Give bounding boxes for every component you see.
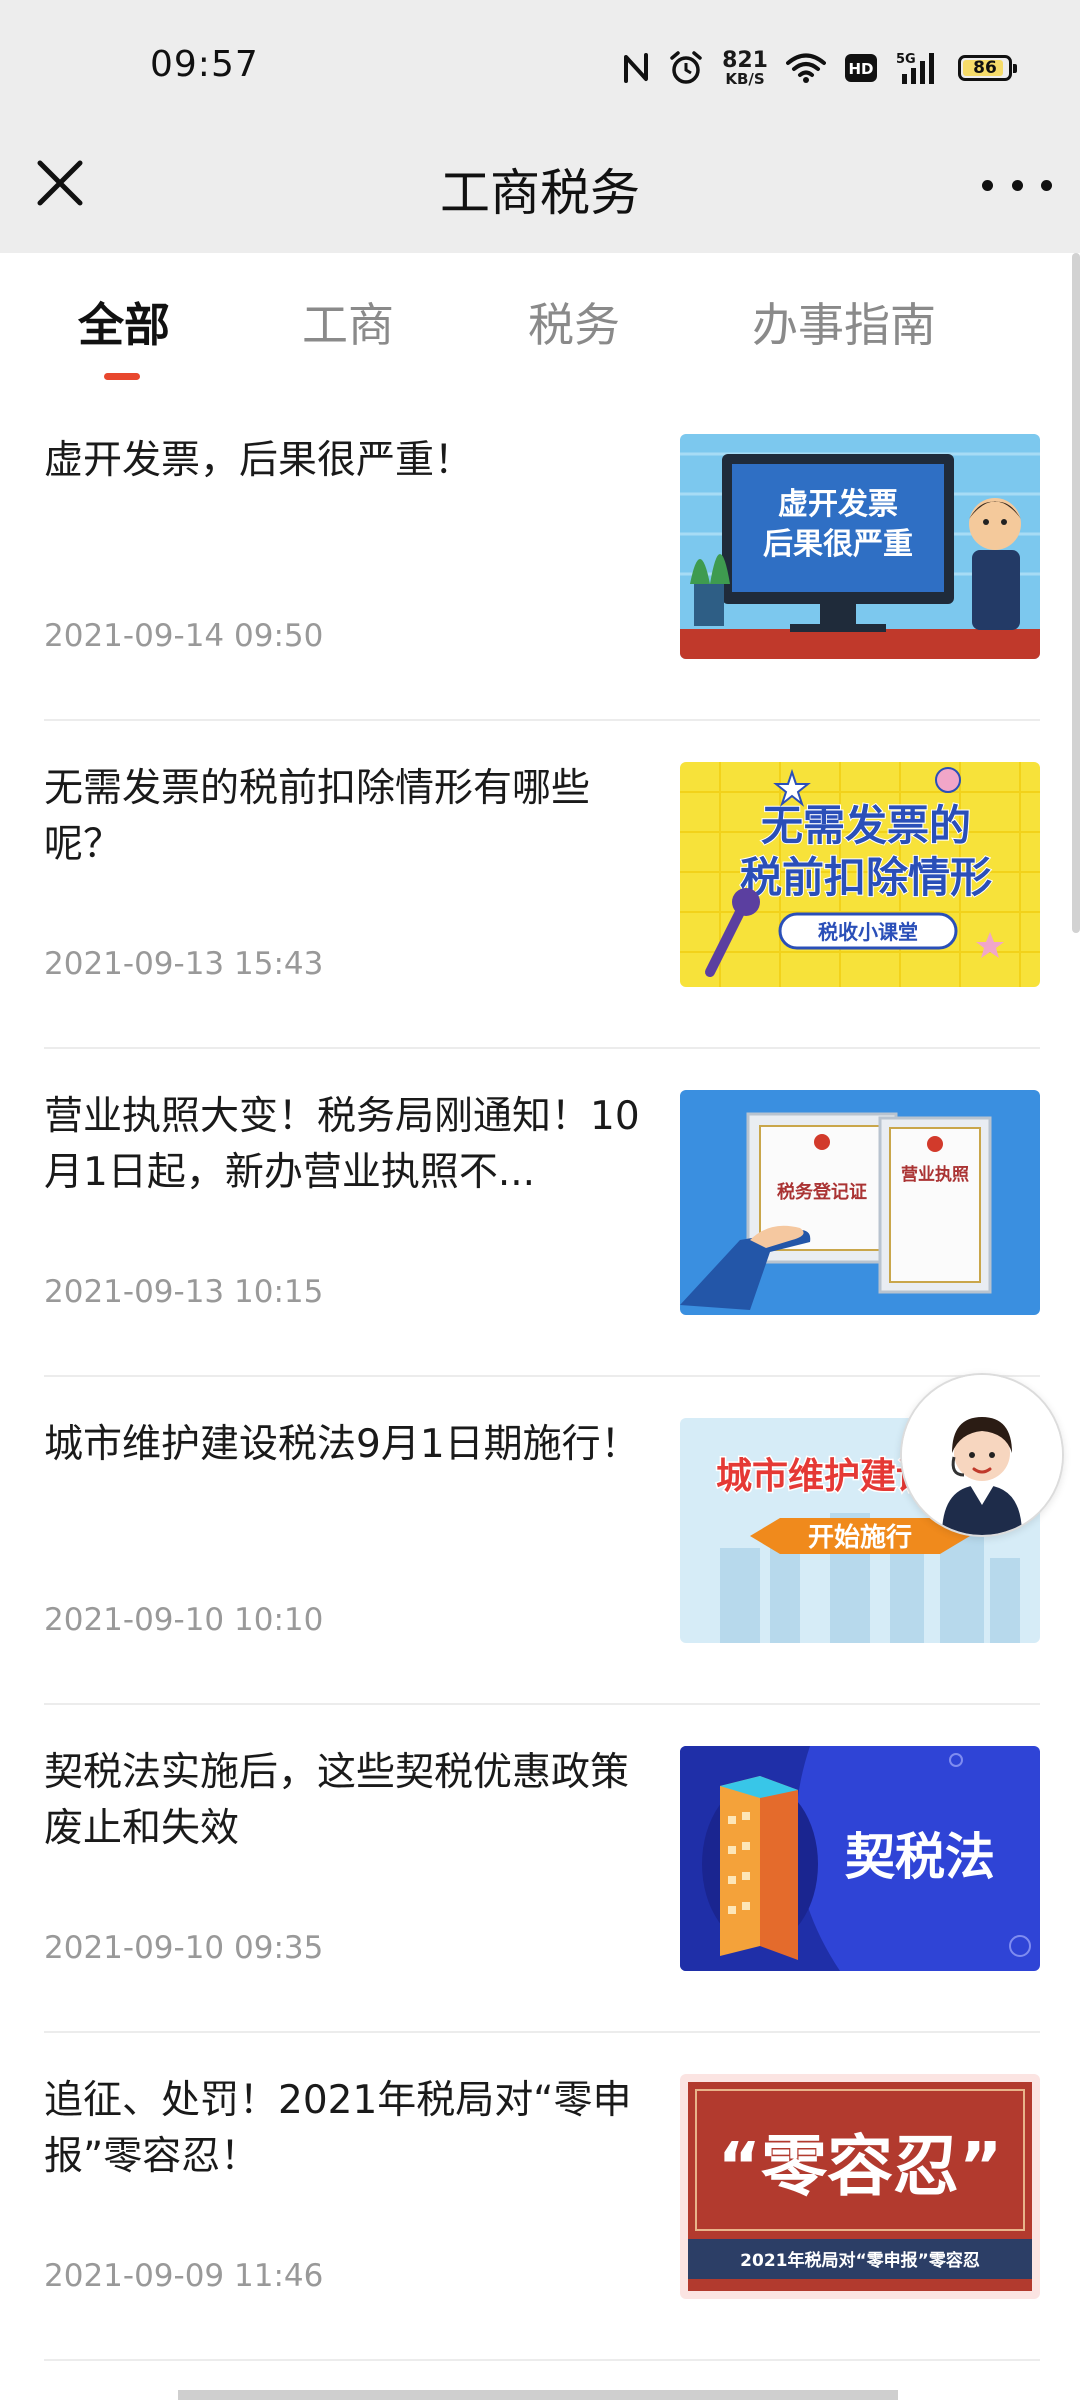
tab-business[interactable]: 工商 bbox=[302, 289, 394, 355]
more-icon-dot bbox=[1041, 179, 1052, 191]
article-thumbnail: 无需发票的 税前扣除情形 税收小课堂 bbox=[680, 762, 1040, 987]
hd-icon: HD bbox=[844, 53, 878, 83]
article-date: 2021-09-09 11:46 bbox=[44, 2258, 324, 2294]
thumb-line: 无需发票的 bbox=[761, 801, 971, 850]
net-speed-value: 821 bbox=[722, 47, 768, 73]
thumb-line: 税收小课堂 bbox=[818, 920, 918, 944]
tab-all[interactable]: 全部 bbox=[78, 289, 170, 355]
thumb-line: 营业执照 bbox=[901, 1164, 969, 1185]
article-thumbnail: 契税法 bbox=[680, 1746, 1040, 1971]
more-icon-dot bbox=[982, 179, 993, 191]
article-item[interactable]: 无需发票的税前扣除情形有哪些呢？ 2021-09-13 15:43 无需发票的 … bbox=[44, 721, 1040, 1049]
article-thumbnail: 虚开发票 后果很严重 bbox=[680, 434, 1040, 659]
nfc-icon bbox=[622, 51, 650, 85]
tab-guide[interactable]: 办事指南 bbox=[752, 289, 936, 355]
more-button[interactable] bbox=[982, 165, 1052, 205]
article-date: 2021-09-10 09:35 bbox=[44, 1930, 324, 1966]
customer-service-avatar-button[interactable] bbox=[900, 1373, 1064, 1537]
wifi-icon bbox=[786, 52, 826, 84]
assistant-avatar-icon bbox=[902, 1375, 1062, 1535]
thumb-line: 税务登记证 bbox=[777, 1181, 867, 1203]
article-title: 虚开发票，后果很严重！ bbox=[44, 438, 474, 483]
active-tab-indicator bbox=[104, 373, 140, 380]
thumb-line: “零容忍” bbox=[718, 2128, 1003, 2205]
thumb-line: 开始施行 bbox=[808, 1522, 912, 1553]
alarm-icon bbox=[668, 50, 704, 86]
article-title: 追征、处罚！2021年税局对“零申报”零容忍！ bbox=[44, 2078, 632, 2179]
thumb-line: 后果很严重 bbox=[763, 527, 913, 562]
battery-level: 86 bbox=[973, 58, 997, 78]
hd-label: HD bbox=[848, 60, 873, 78]
article-thumbnail: “零容忍” 2021年税局对“零申报”零容忍 bbox=[680, 2074, 1040, 2299]
scrollbar[interactable] bbox=[1072, 253, 1080, 933]
thumb-line: 虚开发票 bbox=[778, 487, 898, 522]
more-icon-dot bbox=[1011, 179, 1023, 191]
thumb-line: 契税法 bbox=[845, 1828, 995, 1886]
article-date: 2021-09-14 09:50 bbox=[44, 618, 324, 654]
battery-icon: 86 bbox=[958, 55, 1017, 81]
signal-label: 5G bbox=[896, 52, 916, 67]
category-tabs: 全部 工商 税务 办事指南 bbox=[0, 253, 1080, 393]
article-date: 2021-09-10 10:10 bbox=[44, 1602, 324, 1638]
status-bar: 09:57 821 KB/S HD 5G 86 bbox=[0, 0, 1080, 135]
article-item[interactable]: 营业执照大变！税务局刚通知！10月1日起，新办营业执照不... 2021-09-… bbox=[44, 1049, 1040, 1377]
article-title: 无需发票的税前扣除情形有哪些呢？ bbox=[44, 766, 591, 867]
article-date: 2021-09-13 10:15 bbox=[44, 1274, 324, 1310]
thumb-line: 2021年税局对“零申报”零容忍 bbox=[740, 2250, 980, 2271]
status-time: 09:57 bbox=[150, 44, 259, 85]
page-title: 工商税务 bbox=[440, 164, 640, 222]
tab-tax[interactable]: 税务 bbox=[528, 289, 620, 355]
article-title: 城市维护建设税法9月1日期施行！ bbox=[44, 1422, 640, 1467]
article-date: 2021-09-13 15:43 bbox=[44, 946, 324, 982]
signal-icon: 5G bbox=[896, 50, 940, 86]
item-divider bbox=[44, 2359, 1040, 2361]
net-speed: 821 KB/S bbox=[722, 47, 768, 88]
thumb-line: 税前扣除情形 bbox=[740, 853, 992, 902]
bottom-toolbar-edge bbox=[178, 2390, 898, 2400]
article-thumbnail: 税务登记证 营业执照 bbox=[680, 1090, 1040, 1315]
title-bar: 工商税务 bbox=[0, 135, 1080, 253]
article-title: 契税法实施后，这些契税优惠政策废止和失效 bbox=[44, 1750, 630, 1851]
article-title: 营业执照大变！税务局刚通知！10月1日起，新办营业执照不... bbox=[44, 1094, 640, 1195]
article-item[interactable]: 追征、处罚！2021年税局对“零申报”零容忍！ 2021-09-09 11:46… bbox=[44, 2033, 1040, 2361]
article-item[interactable]: 虚开发票，后果很严重！ 2021-09-14 09:50 虚开发票 后果很严重 bbox=[44, 393, 1040, 721]
status-icons: 821 KB/S HD 5G 86 bbox=[622, 40, 1017, 96]
article-item[interactable]: 城市维护建设税法9月1日期施行！ 2021-09-10 10:10 城市维护建设… bbox=[44, 1377, 1040, 1705]
article-item[interactable]: 契税法实施后，这些契税优惠政策废止和失效 2021-09-10 09:35 契税… bbox=[44, 1705, 1040, 2033]
net-speed-unit: KB/S bbox=[725, 69, 765, 88]
